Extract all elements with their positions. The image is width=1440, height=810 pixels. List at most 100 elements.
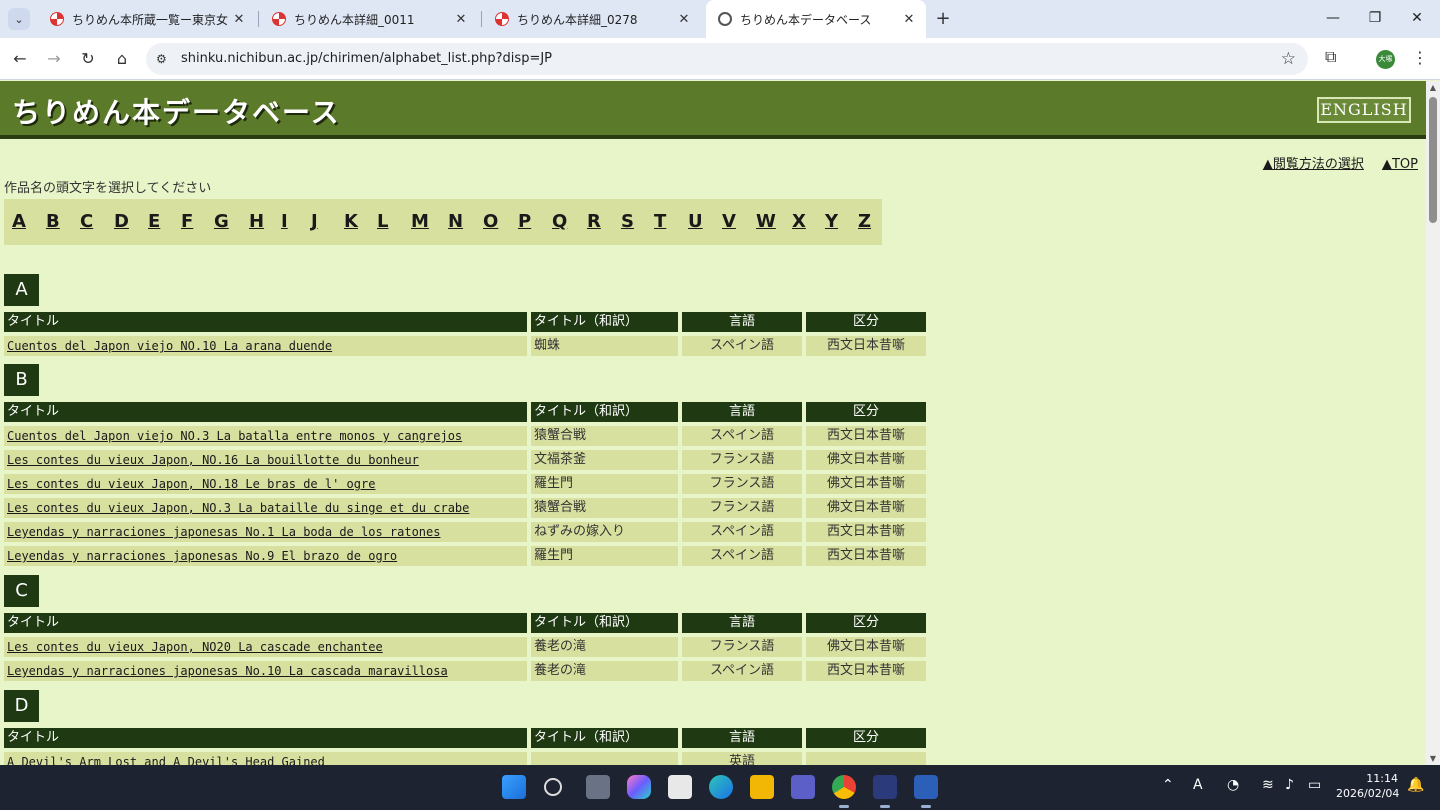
letter-link[interactable]: O xyxy=(483,211,498,232)
work-category: 西文日本昔噺 xyxy=(806,336,926,356)
letter-link[interactable]: P xyxy=(518,211,531,232)
work-language: スペイン語 xyxy=(682,661,802,681)
browser-tab[interactable]: ちりめん本詳細_0278 ✕ xyxy=(483,0,701,38)
clock-date: 2026/02/04 xyxy=(1336,787,1400,800)
letter-link[interactable]: C xyxy=(80,211,93,232)
header-language: 言語 xyxy=(682,312,802,332)
site-logo[interactable]: ちりめん本データベース xyxy=(12,91,341,131)
url-text[interactable]: shinku.nichibun.ac.jp/chirimen/alphabet_… xyxy=(181,43,552,75)
swirl-icon xyxy=(50,12,64,26)
work-language: フランス語 xyxy=(682,498,802,518)
file-explorer-icon[interactable] xyxy=(750,775,774,799)
letter-link[interactable]: B xyxy=(46,211,60,232)
browser-tab-active[interactable]: ちりめん本データベース ✕ xyxy=(706,0,926,38)
letter-link[interactable]: S xyxy=(621,211,634,232)
tab-search-icon[interactable]: ⌄ xyxy=(8,8,30,30)
letter-link[interactable]: E xyxy=(148,211,160,232)
store-icon[interactable] xyxy=(668,775,692,799)
close-icon[interactable]: ✕ xyxy=(450,12,472,27)
letter-link[interactable]: Y xyxy=(825,211,838,232)
close-icon[interactable]: ✕ xyxy=(898,12,920,27)
letter-link[interactable]: H xyxy=(249,211,264,232)
letter-link[interactable]: L xyxy=(377,211,388,232)
wifi-icon[interactable]: ≋ xyxy=(1262,777,1274,793)
focus-icon[interactable]: ◔ xyxy=(1227,777,1239,793)
table-header-row: タイトル タイトル（和訳） 言語 区分 xyxy=(4,613,926,633)
site-info-icon[interactable]: ⚙ xyxy=(156,51,172,67)
letter-link[interactable]: W xyxy=(756,211,776,232)
profile-avatar[interactable]: 大塚 xyxy=(1376,50,1395,69)
chrome-icon[interactable] xyxy=(832,775,856,808)
menu-kebab-icon[interactable]: ⋮ xyxy=(1412,48,1428,67)
browser-tab[interactable]: ちりめん本所蔵一覧ー東京女子大 ✕ xyxy=(38,0,256,38)
back-icon[interactable]: ← xyxy=(8,47,32,71)
new-tab-button[interactable]: + xyxy=(932,8,954,30)
reload-icon[interactable]: ↻ xyxy=(76,47,100,71)
letter-link[interactable]: Z xyxy=(858,211,871,232)
work-title-link[interactable]: Leyendas y narraciones japonesas No.10 L… xyxy=(4,661,527,681)
work-title-link[interactable]: Les contes du vieux Japon, NO20 La casca… xyxy=(4,637,527,657)
letter-link[interactable]: I xyxy=(281,211,288,232)
letter-link[interactable]: T xyxy=(654,211,666,232)
close-window-icon[interactable]: ✕ xyxy=(1396,0,1438,38)
letter-link[interactable]: X xyxy=(792,211,806,232)
restore-icon[interactable]: ❐ xyxy=(1354,0,1396,38)
work-title-link[interactable]: Cuentos del Japon viejo NO.3 La batalla … xyxy=(4,426,527,446)
letter-link[interactable]: G xyxy=(214,211,229,232)
home-icon[interactable]: ⌂ xyxy=(110,47,134,71)
letter-link[interactable]: R xyxy=(587,211,601,232)
bookmark-star-icon[interactable]: ☆ xyxy=(1281,49,1296,69)
letter-link[interactable]: A xyxy=(12,211,26,232)
work-title-link[interactable]: Les contes du vieux Japon, NO.3 La batai… xyxy=(4,498,527,518)
browser-tab[interactable]: ちりめん本詳細_0011 ✕ xyxy=(260,0,478,38)
letter-link[interactable]: D xyxy=(114,211,129,232)
app-w-icon[interactable] xyxy=(873,775,897,808)
work-title-link[interactable]: Leyendas y narraciones japonesas No.9 El… xyxy=(4,546,527,566)
work-title-link[interactable]: Les contes du vieux Japon, NO.16 La boui… xyxy=(4,450,527,470)
browse-method-link[interactable]: ▲閲覧方法の選択 xyxy=(1263,157,1364,172)
letter-link[interactable]: M xyxy=(411,211,429,232)
letter-link[interactable]: K xyxy=(344,211,358,232)
close-icon[interactable]: ✕ xyxy=(228,12,250,27)
tab-divider xyxy=(481,11,482,27)
scroll-down-icon[interactable]: ▼ xyxy=(1428,754,1438,763)
address-bar[interactable]: ⚙ shinku.nichibun.ac.jp/chirimen/alphabe… xyxy=(146,43,1308,75)
work-title-link[interactable]: Leyendas y narraciones japonesas No.1 La… xyxy=(4,522,527,542)
letter-link[interactable]: V xyxy=(722,211,736,232)
tray-chevron-icon[interactable]: ⌃ xyxy=(1162,777,1174,793)
windows-start-icon[interactable] xyxy=(502,775,526,799)
notification-icon[interactable]: 🔔 xyxy=(1407,777,1424,793)
english-button[interactable]: ENGLISH xyxy=(1317,97,1411,123)
edge-icon[interactable] xyxy=(709,775,733,799)
letter-link[interactable]: F xyxy=(181,211,193,232)
table-row: Les contes du vieux Japon, NO20 La casca… xyxy=(4,637,926,657)
copilot-icon[interactable] xyxy=(627,775,651,799)
search-icon[interactable] xyxy=(544,778,562,796)
letter-link[interactable]: U xyxy=(688,211,703,232)
letter-link[interactable]: J xyxy=(311,211,318,232)
ime-indicator[interactable]: A xyxy=(1193,777,1203,793)
table-row: Cuentos del Japon viejo NO.10 La arana d… xyxy=(4,336,926,356)
forward-icon[interactable]: → xyxy=(42,47,66,71)
volume-icon[interactable]: ♪ xyxy=(1285,777,1294,793)
work-category xyxy=(806,752,926,765)
letter-link[interactable]: N xyxy=(448,211,463,232)
tab-divider xyxy=(258,11,259,27)
scroll-up-icon[interactable]: ▲ xyxy=(1428,83,1438,92)
word-icon[interactable] xyxy=(914,775,938,808)
page-scrollbar[interactable]: ▲ ▼ xyxy=(1426,81,1440,765)
letter-link[interactable]: Q xyxy=(552,211,567,232)
work-title-link[interactable]: Cuentos del Japon viejo NO.10 La arana d… xyxy=(4,336,527,356)
task-view-icon[interactable] xyxy=(586,775,610,799)
top-link[interactable]: ▲TOP xyxy=(1382,157,1418,172)
battery-icon[interactable]: ▭ xyxy=(1308,777,1321,793)
taskbar-clock[interactable]: 11:14 2026/02/04 xyxy=(1336,771,1400,801)
minimize-icon[interactable]: — xyxy=(1312,0,1354,38)
work-title-link[interactable]: A Devil's Arm Lost and A Devil's Head Ga… xyxy=(4,752,527,765)
close-icon[interactable]: ✕ xyxy=(673,12,695,27)
teams-icon[interactable] xyxy=(791,775,815,799)
scrollbar-thumb[interactable] xyxy=(1429,97,1437,223)
work-title-link[interactable]: Les contes du vieux Japon, NO.18 Le bras… xyxy=(4,474,527,494)
tab-title: ちりめん本データベース xyxy=(740,12,872,27)
extensions-icon[interactable]: ⧉ xyxy=(1325,47,1336,67)
